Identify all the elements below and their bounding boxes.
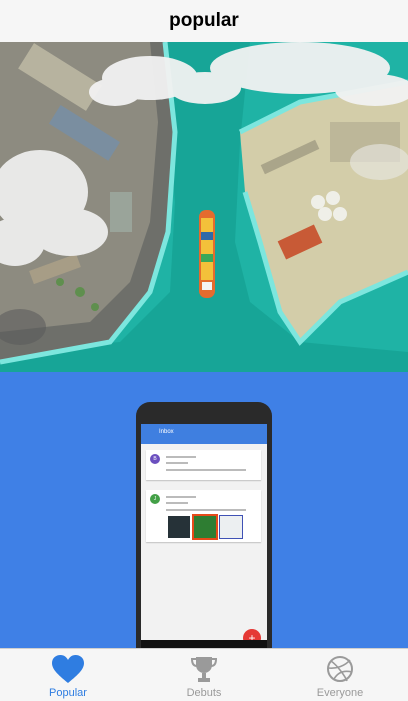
avatar: J — [150, 494, 160, 504]
avatar: B — [150, 454, 160, 464]
phone-nav-strip — [141, 640, 267, 648]
phone-mockup: Inbox B J + — [136, 402, 272, 648]
heart-icon — [50, 652, 86, 686]
shot-harbor-illustration[interactable] — [0, 42, 408, 372]
tab-everyone[interactable]: Everyone — [272, 649, 408, 701]
tab-debuts[interactable]: Debuts — [136, 649, 272, 701]
tab-bar: Popular Debuts Everyone — [0, 648, 408, 701]
phone-screen: Inbox B J + — [141, 424, 267, 640]
harbor-illustration-image — [0, 42, 408, 372]
app-bar: Inbox — [141, 424, 267, 444]
inbox-card: J — [146, 490, 261, 542]
tab-popular[interactable]: Popular — [0, 649, 136, 701]
tab-label: Popular — [49, 687, 87, 699]
app-title: Inbox — [159, 429, 174, 435]
tab-label: Debuts — [186, 687, 222, 699]
page-title: popular — [169, 10, 239, 31]
tab-label: Everyone — [316, 687, 364, 699]
shot-phone-inbox-mockup[interactable]: Inbox B J + — [0, 372, 408, 648]
trophy-icon — [186, 652, 222, 686]
inbox-card: B — [146, 450, 261, 480]
navigation-bar: popular — [0, 0, 408, 43]
compose-fab: + — [243, 629, 261, 640]
dribbble-icon — [322, 652, 358, 686]
